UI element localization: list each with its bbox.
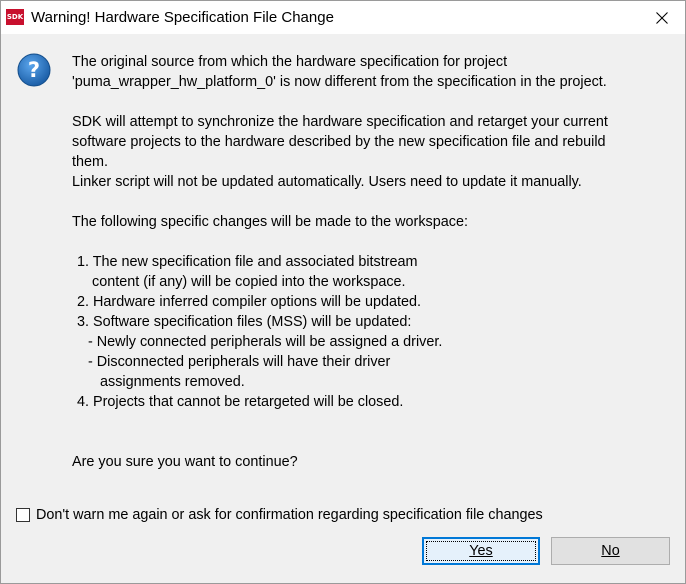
- change-subitem: - Disconnected peripherals will have the…: [88, 354, 391, 370]
- window-title: Warning! Hardware Specification File Cha…: [31, 9, 334, 26]
- app-icon: SDK: [6, 9, 24, 25]
- svg-text:?: ?: [28, 58, 40, 82]
- close-button[interactable]: [639, 1, 685, 34]
- message-line: The following specific changes will be m…: [72, 214, 468, 230]
- message-line: software projects to the hardware descri…: [72, 134, 606, 150]
- change-item: 2. Hardware inferred compiler options wi…: [77, 294, 421, 310]
- yes-button[interactable]: Yes: [422, 537, 540, 565]
- no-label: No: [601, 543, 620, 559]
- message-line: 'puma_wrapper_hw_platform_0' is now diff…: [72, 74, 607, 90]
- change-item: 3. Software specification files (MSS) wi…: [77, 314, 412, 330]
- message-line: them.: [72, 154, 108, 170]
- message-text: The original source from which the hardw…: [72, 52, 672, 472]
- dont-warn-label[interactable]: Don't warn me again or ask for confirmat…: [36, 507, 543, 523]
- dont-warn-checkbox[interactable]: [16, 508, 30, 522]
- confirm-question: Are you sure you want to continue?: [72, 454, 298, 470]
- message-line: Linker script will not be updated automa…: [72, 174, 582, 190]
- change-item: 1. The new specification file and associ…: [77, 254, 418, 270]
- dont-warn-checkbox-row[interactable]: Don't warn me again or ask for confirmat…: [16, 507, 543, 523]
- change-item-continuation: content (if any) will be copied into the…: [92, 274, 406, 290]
- change-subitem-continuation: assignments removed.: [100, 374, 245, 390]
- question-icon: ?: [17, 53, 51, 87]
- change-subitem: - Newly connected peripherals will be as…: [88, 334, 443, 350]
- message-line: SDK will attempt to synchronize the hard…: [72, 114, 608, 130]
- title-bar: SDK Warning! Hardware Specification File…: [1, 1, 685, 34]
- message-line: The original source from which the hardw…: [72, 54, 508, 70]
- change-item: 4. Projects that cannot be retargeted wi…: [77, 394, 404, 410]
- no-button[interactable]: No: [551, 537, 670, 565]
- yes-label: Yes: [469, 543, 493, 559]
- close-icon: [656, 11, 668, 24]
- dialog-window: SDK Warning! Hardware Specification File…: [0, 0, 686, 584]
